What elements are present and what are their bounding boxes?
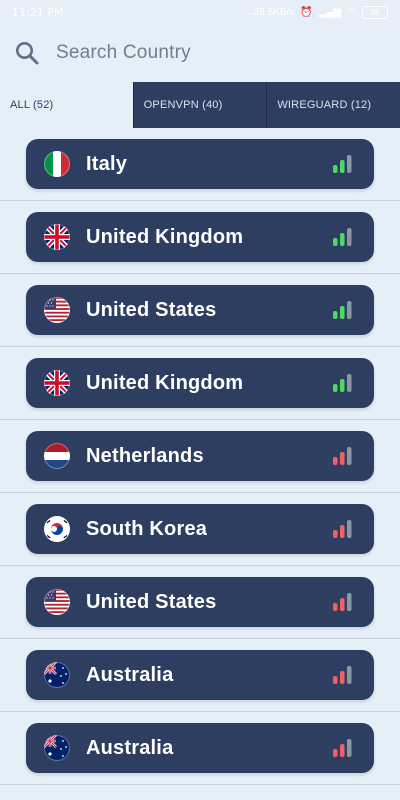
network-speed: ...28.5KB/s — [245, 6, 295, 18]
server-row: Australia — [0, 712, 400, 785]
search-icon[interactable] — [14, 40, 40, 66]
cell-signal-icon: ▂▄▆ — [318, 6, 342, 18]
server-card[interactable]: United Kingdom — [26, 358, 374, 408]
signal-strength-icon — [333, 666, 352, 684]
server-card[interactable]: United States — [26, 285, 374, 335]
us-flag-icon — [44, 297, 70, 323]
uk-flag-icon — [44, 224, 70, 250]
country-name: Australia — [86, 736, 174, 759]
australia-flag-icon — [44, 735, 70, 761]
battery-icon: 36 — [362, 5, 388, 19]
country-name: Australia — [86, 663, 174, 686]
tab-all[interactable]: ALL (52) — [0, 82, 133, 128]
alarm-icon: ⏰ — [300, 6, 313, 18]
country-name: Netherlands — [86, 444, 204, 467]
signal-strength-icon — [333, 447, 352, 465]
server-row: Australia — [0, 639, 400, 712]
tab-openvpn-label: OPENVPN (40) — [143, 99, 223, 111]
country-name: United States — [86, 298, 217, 321]
server-row: United States — [0, 274, 400, 347]
server-row: United Kingdom — [0, 347, 400, 420]
search-input[interactable]: Search Country — [56, 42, 191, 64]
server-card[interactable]: South Korea — [26, 504, 374, 554]
server-row: South Korea — [0, 493, 400, 566]
server-row: United States — [0, 566, 400, 639]
signal-strength-icon — [333, 374, 352, 392]
signal-strength-icon — [333, 228, 352, 246]
tab-wireguard-label: WIREGUARD (12) — [277, 99, 372, 111]
country-name: United Kingdom — [86, 225, 244, 248]
tab-wireguard[interactable]: WIREGUARD (12) — [266, 82, 400, 128]
country-name: South Korea — [86, 517, 208, 540]
signal-strength-icon — [333, 520, 352, 538]
country-name: Italy — [86, 152, 128, 175]
search-bar[interactable]: Search Country — [0, 24, 400, 82]
server-list: Italy United Kingdom United States Unite… — [0, 128, 400, 785]
protocol-tabs: ALL (52) OPENVPN (40) WIREGUARD (12) — [0, 82, 400, 128]
signal-strength-icon — [333, 301, 352, 319]
italy-flag-icon — [44, 151, 70, 177]
australia-flag-icon — [44, 662, 70, 688]
server-card[interactable]: United States — [26, 577, 374, 627]
us-flag-icon — [44, 589, 70, 615]
server-card[interactable]: Netherlands — [26, 431, 374, 481]
server-row: Italy — [0, 128, 400, 201]
wifi-icon: ◠ — [347, 6, 356, 18]
country-name: United States — [86, 590, 217, 613]
tab-all-label: ALL (52) — [10, 99, 54, 111]
status-bar: 11:21 PM ...28.5KB/s ⏰ ▂▄▆ ◠ 36 — [0, 0, 400, 24]
country-name: United Kingdom — [86, 371, 244, 394]
signal-strength-icon — [333, 739, 352, 757]
netherlands-flag-icon — [44, 443, 70, 469]
south-korea-flag-icon — [44, 516, 70, 542]
server-row: Netherlands — [0, 420, 400, 493]
server-card[interactable]: Italy — [26, 139, 374, 189]
server-card[interactable]: Australia — [26, 723, 374, 773]
server-card[interactable]: United Kingdom — [26, 212, 374, 262]
battery-level: 36 — [370, 7, 380, 17]
uk-flag-icon — [44, 370, 70, 396]
status-icons: ...28.5KB/s ⏰ ▂▄▆ ◠ 36 — [245, 5, 388, 19]
signal-strength-icon — [333, 593, 352, 611]
status-time: 11:21 PM — [12, 5, 64, 19]
server-row: United Kingdom — [0, 201, 400, 274]
server-card[interactable]: Australia — [26, 650, 374, 700]
signal-strength-icon — [333, 155, 352, 173]
tab-openvpn[interactable]: OPENVPN (40) — [132, 82, 267, 128]
